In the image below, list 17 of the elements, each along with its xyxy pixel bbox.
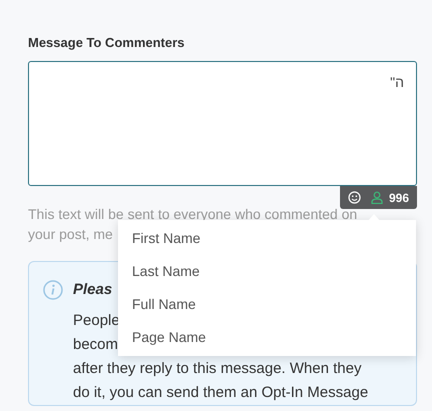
- info-title: Pleas: [73, 280, 114, 300]
- info-text: People: [73, 311, 120, 331]
- menu-item[interactable]: Last Name: [118, 255, 416, 288]
- info-icon: [43, 280, 63, 300]
- message-field[interactable]: ה": [28, 61, 417, 186]
- recipient-count: 996: [388, 190, 409, 206]
- hint-text: your post, me: [28, 225, 113, 244]
- info-text: becom: [73, 335, 118, 355]
- menu-item[interactable]: Full Name: [118, 288, 416, 321]
- person-icon[interactable]: [370, 191, 383, 204]
- hint-text: This text will be sent to everyone who commented on: [28, 205, 358, 224]
- menu-item[interactable]: Page Name: [118, 321, 416, 354]
- menu-item[interactable]: First Name: [118, 222, 416, 255]
- info-text: do it, you can send them an Opt-In Message: [73, 383, 368, 403]
- field-label: Message To Commenters: [28, 34, 186, 52]
- info-text: after they reply to this message. When they: [73, 359, 362, 379]
- emoji-icon[interactable]: [348, 191, 361, 204]
